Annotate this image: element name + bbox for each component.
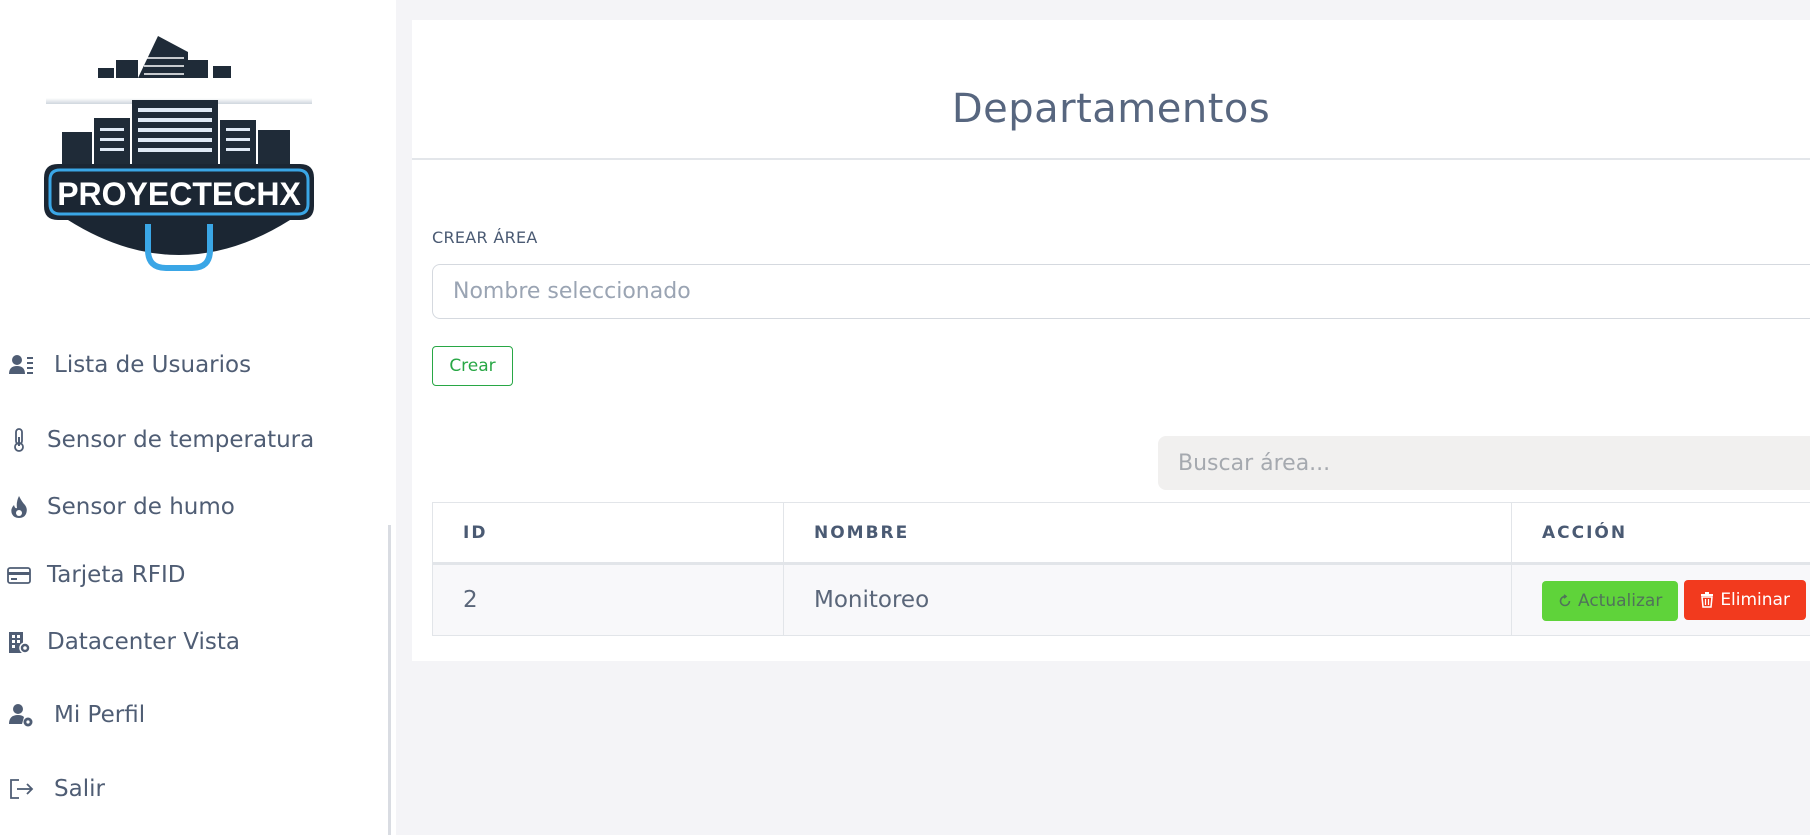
cell-actions: Actualizar Eliminar bbox=[1511, 563, 1810, 636]
sidebar-item-label: Salir bbox=[54, 776, 105, 802]
sidebar-item-label: Mi Perfil bbox=[54, 702, 146, 728]
fire-icon bbox=[4, 492, 34, 522]
sidebar-item-label: Tarjeta RFID bbox=[47, 562, 186, 588]
create-area-label: CREAR ÁREA bbox=[432, 228, 538, 247]
sidebar-item-lista-usuarios[interactable]: Lista de Usuarios bbox=[0, 350, 251, 380]
sidebar-item-sensor-humo[interactable]: Sensor de humo bbox=[0, 492, 235, 522]
card-header: Departamentos bbox=[412, 20, 1810, 160]
sidebar-item-label: Lista de Usuarios bbox=[54, 352, 252, 378]
thermometer-icon bbox=[4, 425, 34, 455]
sidebar-item-tarjeta-rfid[interactable]: Tarjeta RFID bbox=[0, 560, 185, 590]
sidebar-item-datacenter-vista[interactable]: Datacenter Vista bbox=[0, 627, 240, 657]
sidebar-item-label: Sensor de temperatura bbox=[47, 427, 315, 453]
search-area-input[interactable] bbox=[1158, 436, 1810, 490]
cell-nombre: Monitoreo bbox=[783, 563, 1512, 636]
refresh-icon bbox=[1559, 593, 1571, 606]
update-button-label: Actualizar bbox=[1578, 590, 1663, 611]
update-button[interactable]: Actualizar bbox=[1542, 580, 1679, 621]
areas-table: ID NOMBRE ACCIÓN 2 Monitoreo Actualizar … bbox=[432, 502, 1810, 636]
create-button[interactable]: Crear bbox=[432, 346, 513, 386]
table-row: 2 Monitoreo Actualizar Eliminar bbox=[432, 563, 1810, 636]
sidebar-item-mi-perfil[interactable]: Mi Perfil bbox=[0, 700, 145, 730]
credit-card-icon bbox=[4, 560, 34, 590]
svg-text:PROYECTECHX: PROYECTECHX bbox=[57, 176, 301, 212]
delete-button[interactable]: Eliminar bbox=[1684, 579, 1806, 620]
logout-icon bbox=[6, 774, 36, 804]
building-gear-icon bbox=[4, 627, 34, 657]
delete-button-label: Eliminar bbox=[1720, 589, 1790, 610]
sidebar-item-salir[interactable]: Salir bbox=[0, 774, 105, 804]
user-gear-icon bbox=[6, 700, 36, 730]
sidebar: PROYECTECHX Lista de Usuarios Sensor de … bbox=[0, 0, 396, 835]
column-header-accion: ACCIÓN bbox=[1511, 502, 1810, 565]
table-header-row: ID NOMBRE ACCIÓN bbox=[432, 502, 1810, 565]
page-title: Departamentos bbox=[951, 86, 1271, 132]
sidebar-item-sensor-temperatura[interactable]: Sensor de temperatura bbox=[0, 425, 314, 455]
departments-card: Departamentos CREAR ÁREA Crear ID NOMBRE… bbox=[412, 20, 1810, 661]
cell-id: 2 bbox=[432, 563, 784, 636]
column-header-nombre[interactable]: NOMBRE bbox=[783, 502, 1512, 565]
sidebar-item-label: Datacenter Vista bbox=[47, 629, 240, 655]
sidebar-item-label: Sensor de humo bbox=[47, 494, 235, 520]
column-header-id[interactable]: ID bbox=[432, 502, 784, 565]
sidebar-divider bbox=[388, 525, 391, 835]
user-list-icon bbox=[6, 350, 36, 380]
area-name-input[interactable] bbox=[432, 264, 1810, 319]
trash-icon bbox=[1701, 591, 1714, 608]
proyectechx-logo: PROYECTECHX bbox=[44, 36, 314, 271]
